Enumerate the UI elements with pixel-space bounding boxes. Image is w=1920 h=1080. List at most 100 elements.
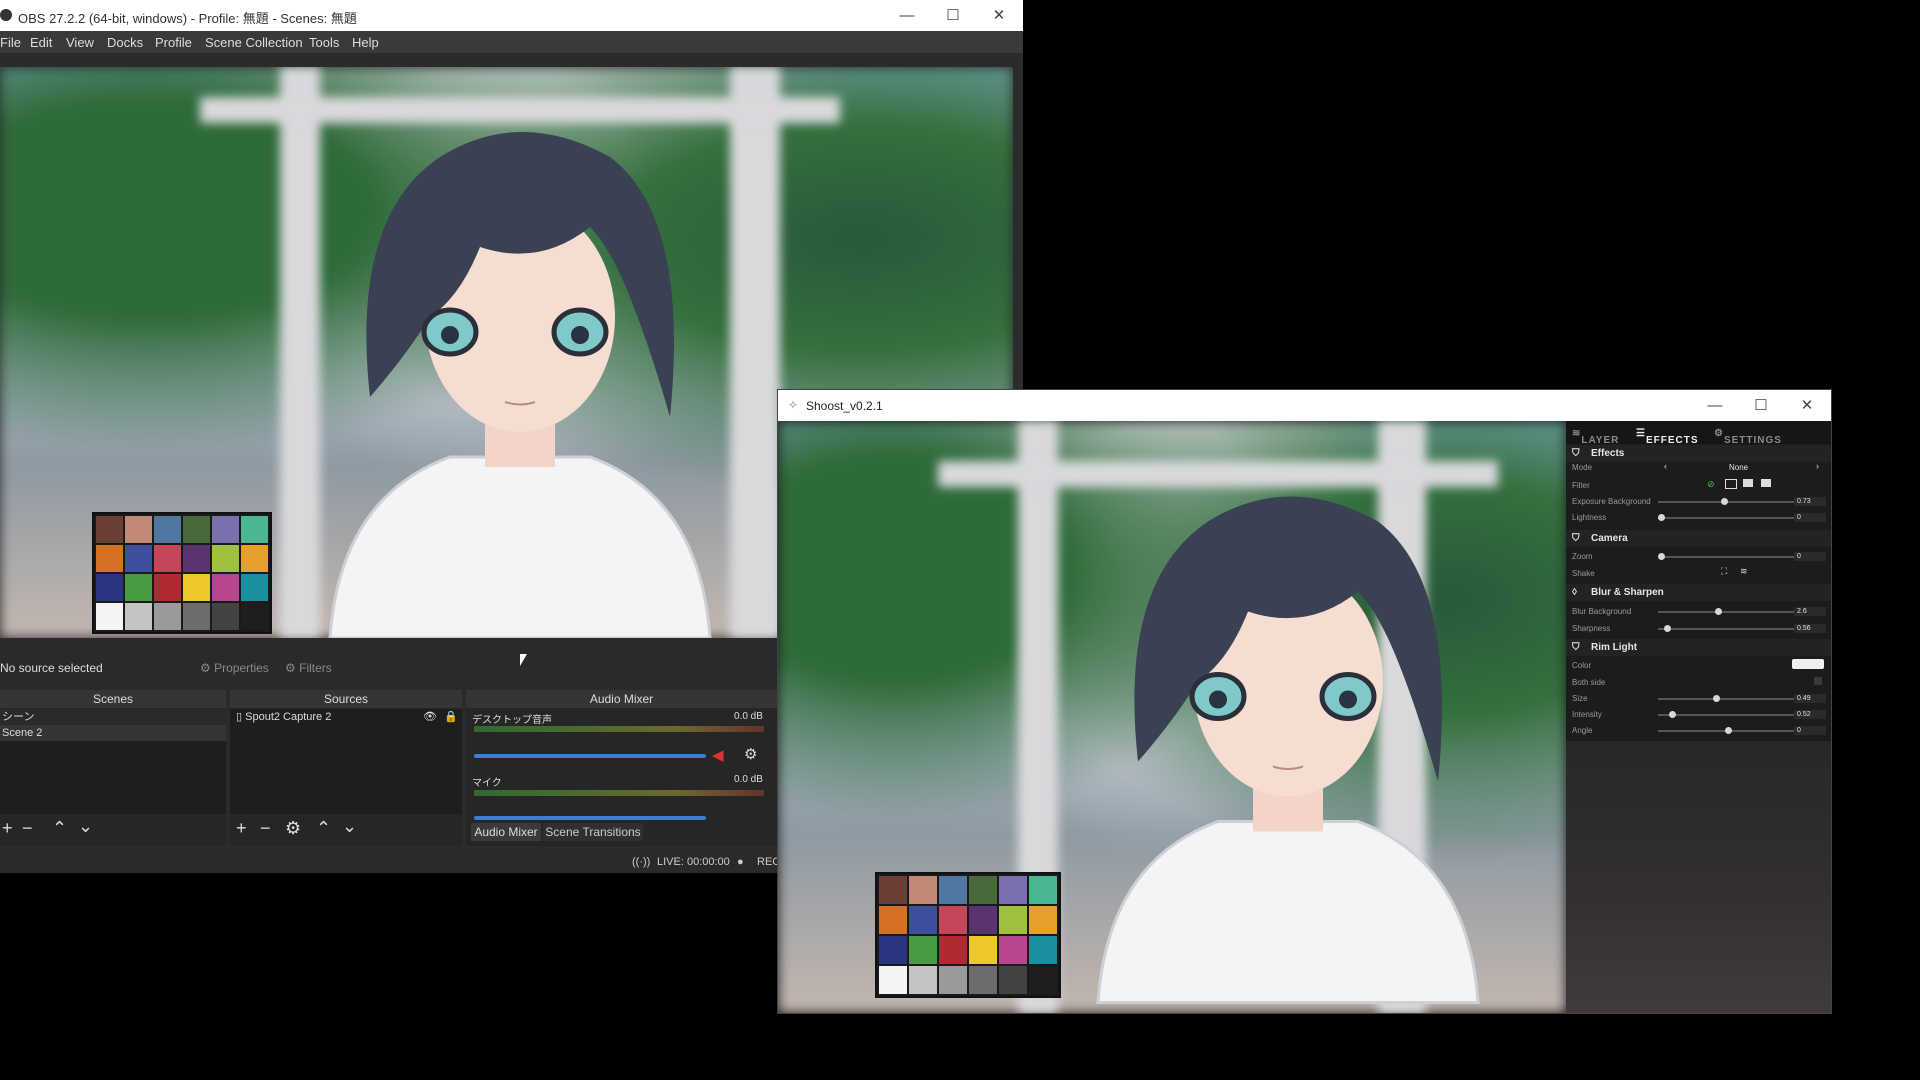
menu-scene-collection[interactable]: Scene Collection xyxy=(205,35,303,50)
rim-size-value[interactable]: 0.49 xyxy=(1794,694,1826,703)
shoost-titlebar[interactable]: ✧ Shoost_v0.2.1 — ☐ ✕ xyxy=(778,390,1831,421)
add-scene-icon[interactable]: + xyxy=(2,818,13,839)
broadcast-icon: ((·)) xyxy=(632,856,651,868)
checker-patch xyxy=(999,906,1027,934)
rim-size-track[interactable] xyxy=(1658,698,1798,700)
track-name: デスクトップ音声 xyxy=(472,715,552,726)
move-up-icon[interactable]: ⌃ xyxy=(52,818,67,839)
lock-icon[interactable]: 🔒 xyxy=(444,709,458,725)
move-down-icon[interactable]: ⌄ xyxy=(342,816,357,837)
add-source-icon[interactable]: + xyxy=(236,818,247,839)
checker-patch xyxy=(879,936,907,964)
shake-handheld-icon[interactable]: ⛶ xyxy=(1721,566,1727,577)
menu-view[interactable]: View xyxy=(66,35,94,50)
source-settings-icon[interactable]: ⚙ xyxy=(285,818,301,839)
filter-tv-icon[interactable] xyxy=(1725,479,1737,489)
filter-film-icon[interactable] xyxy=(1743,479,1753,487)
checker-patch xyxy=(241,516,268,543)
rim-angle-label: Angle xyxy=(1572,726,1593,735)
source-item[interactable]: ▯ Spout2 Capture 2 👁 🔒 xyxy=(230,709,462,725)
menu-edit[interactable]: Edit xyxy=(30,35,52,50)
checker-patch xyxy=(969,906,997,934)
exposure-knob[interactable] xyxy=(1721,498,1728,505)
rim-intensity-knob[interactable] xyxy=(1669,711,1676,718)
checker-patch xyxy=(125,516,152,543)
sharpness-knob[interactable] xyxy=(1664,625,1671,632)
maximize-icon[interactable]: ☐ xyxy=(930,0,976,31)
sources-list: ▯ Spout2 Capture 2 👁 🔒 xyxy=(230,709,462,814)
tab-settings[interactable]: ⚙ SETTINGS xyxy=(1714,428,1781,446)
minimize-icon[interactable]: — xyxy=(1692,390,1738,421)
zoom-value[interactable]: 0 xyxy=(1794,552,1826,561)
rim-angle-value[interactable]: 0 xyxy=(1794,726,1826,735)
section-effects[interactable]: ⛉ Effects xyxy=(1566,445,1831,462)
section-blur-sharpen[interactable]: ◊ Blur & Sharpen xyxy=(1566,584,1831,601)
checker-patch xyxy=(879,966,907,994)
filters-label: Filters xyxy=(299,661,332,675)
sharpness-value[interactable]: 0.56 xyxy=(1794,624,1826,633)
filters-button[interactable]: ⚙ Filters xyxy=(285,661,332,675)
exposure-track[interactable] xyxy=(1658,501,1798,503)
lightness-knob[interactable] xyxy=(1658,514,1665,521)
both-side-checkbox[interactable] xyxy=(1814,677,1822,685)
minimize-icon[interactable]: — xyxy=(884,0,930,31)
shake-walk-icon[interactable]: ≋ xyxy=(1740,566,1748,577)
scene-item[interactable]: Scene 2 xyxy=(0,725,226,741)
remove-source-icon[interactable]: − xyxy=(260,818,271,839)
menu-file[interactable]: File xyxy=(0,35,21,50)
chevron-right-icon[interactable]: › xyxy=(1816,461,1819,471)
checker-patch xyxy=(969,936,997,964)
menu-profile[interactable]: Profile xyxy=(155,35,192,50)
gear-icon[interactable]: ⚙ xyxy=(744,745,757,763)
rim-color-swatch[interactable] xyxy=(1792,659,1824,669)
section-rim-light[interactable]: ⛉ Rim Light xyxy=(1566,639,1831,656)
obs-logo-icon xyxy=(0,9,12,21)
checker-patch xyxy=(96,545,123,572)
rim-intensity-value[interactable]: 0.52 xyxy=(1794,710,1826,719)
zoom-knob[interactable] xyxy=(1658,553,1665,560)
rim-intensity-track[interactable] xyxy=(1658,714,1798,716)
tab-audio-mixer[interactable]: Audio Mixer xyxy=(471,823,541,841)
checker-patch xyxy=(125,574,152,601)
lightness-value[interactable]: 0 xyxy=(1794,513,1826,522)
menu-help[interactable]: Help xyxy=(352,35,379,50)
filter-camera-icon[interactable] xyxy=(1761,479,1771,487)
properties-button[interactable]: ⚙ Properties xyxy=(200,661,269,675)
shoost-viewport[interactable] xyxy=(778,421,1566,1013)
volume-slider[interactable] xyxy=(474,816,706,820)
move-down-icon[interactable]: ⌄ xyxy=(78,816,93,837)
close-icon[interactable]: ✕ xyxy=(1784,390,1830,421)
checker-patch xyxy=(241,574,268,601)
remove-scene-icon[interactable]: − xyxy=(22,818,33,839)
no-filter-icon[interactable]: ⊘ xyxy=(1707,479,1715,490)
lock-icon: ⛉ xyxy=(1572,448,1580,459)
zoom-track[interactable] xyxy=(1658,556,1798,558)
rim-angle-knob[interactable] xyxy=(1725,727,1732,734)
tab-effects[interactable]: ☰ EFFECTS xyxy=(1636,428,1698,446)
menu-tools[interactable]: Tools xyxy=(309,35,339,50)
maximize-icon[interactable]: ☐ xyxy=(1738,390,1784,421)
sharpness-track[interactable] xyxy=(1658,628,1798,630)
close-icon[interactable]: ✕ xyxy=(976,0,1022,31)
scene-item[interactable]: シーン xyxy=(0,709,226,725)
mute-icon[interactable]: ◀ xyxy=(712,746,724,764)
scenes-dock-title: Scenes xyxy=(0,690,226,708)
rim-size-knob[interactable] xyxy=(1713,695,1720,702)
section-camera[interactable]: ⛉ Camera xyxy=(1566,530,1831,547)
menu-docks[interactable]: Docks xyxy=(107,35,143,50)
zoom-label: Zoom xyxy=(1572,552,1593,561)
eye-icon[interactable]: 👁 xyxy=(423,709,437,725)
checker-patch xyxy=(999,966,1027,994)
blur-bg-track[interactable] xyxy=(1658,611,1798,613)
move-up-icon[interactable]: ⌃ xyxy=(316,818,331,839)
volume-slider[interactable] xyxy=(474,754,706,758)
blur-bg-knob[interactable] xyxy=(1715,608,1722,615)
exposure-value[interactable]: 0.73 xyxy=(1794,497,1826,506)
rim-intensity-label: Intensity xyxy=(1572,710,1602,719)
lightness-track[interactable] xyxy=(1658,517,1798,519)
obs-titlebar[interactable]: OBS 27.2.2 (64-bit, windows) - Profile: … xyxy=(0,0,1023,31)
chevron-left-icon[interactable]: ‹ xyxy=(1664,461,1667,471)
tab-layer[interactable]: ≋ LAYER xyxy=(1572,428,1618,446)
tab-scene-transitions[interactable]: Scene Transitions xyxy=(543,823,643,841)
blur-bg-value[interactable]: 2.6 xyxy=(1794,607,1826,616)
